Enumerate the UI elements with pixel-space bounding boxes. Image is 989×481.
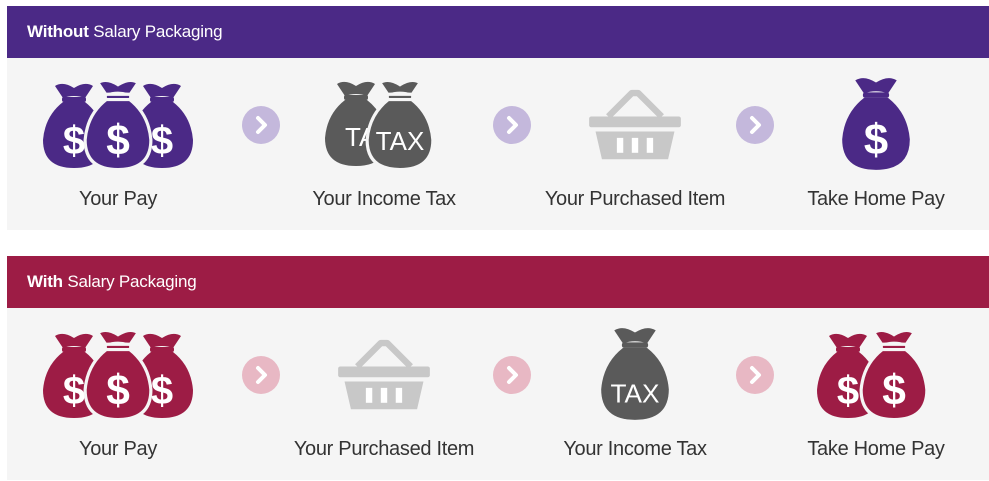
step-your-pay: Your Pay	[18, 308, 218, 480]
step-label: Your Income Tax	[312, 188, 456, 210]
step-take-home-pay: Take Home Pay	[776, 58, 976, 230]
money-bags-icon	[18, 66, 218, 181]
tax-text: TAX	[611, 378, 660, 408]
basket-icon	[284, 316, 484, 431]
step-your-purchased-item: Your Purchased Item	[284, 308, 484, 480]
header-bold-text: With	[27, 272, 63, 291]
step-label: Your Purchased Item	[293, 438, 475, 460]
with-salary-packaging-panel: With Salary Packaging Your Pay Your Purc…	[7, 256, 989, 480]
header-text: Salary Packaging	[88, 22, 223, 41]
arrow-icon	[736, 106, 774, 144]
step-label: Your Pay	[78, 188, 158, 210]
header-bold-text: Without	[27, 22, 89, 41]
flow-row: Your Pay Your Purchased Item TAX Your In…	[7, 308, 989, 480]
arrow-icon	[493, 356, 531, 394]
step-your-pay: Your Pay	[18, 58, 218, 230]
tax-bag-icon: TAX	[535, 316, 735, 431]
panel-header: With Salary Packaging	[7, 256, 989, 308]
flow-row: Your Pay TA TAX Your Income Tax Your Pur…	[7, 58, 989, 230]
panel-header: Without Salary Packaging	[7, 6, 989, 58]
step-your-income-tax: TAX Your Income Tax	[535, 308, 735, 480]
step-label: Your Purchased Item	[544, 188, 726, 210]
step-label: Your Pay	[78, 438, 158, 460]
step-your-purchased-item: Your Purchased Item	[535, 58, 735, 230]
money-bag-icon	[776, 66, 976, 181]
step-label: Take Home Pay	[807, 188, 945, 210]
arrow-icon	[242, 356, 280, 394]
arrow-icon	[493, 106, 531, 144]
money-bags-two-icon	[776, 316, 976, 431]
step-label: Your Income Tax	[563, 438, 707, 460]
tax-bags-icon: TA TAX	[284, 66, 484, 181]
money-bags-icon	[18, 316, 218, 431]
tax-text-front: TAX	[376, 126, 425, 156]
arrow-icon	[242, 106, 280, 144]
step-take-home-pay: Take Home Pay	[776, 308, 976, 480]
step-label: Take Home Pay	[807, 438, 945, 460]
basket-icon	[535, 66, 735, 181]
header-text: Salary Packaging	[62, 272, 197, 291]
step-your-income-tax: TA TAX Your Income Tax	[284, 58, 484, 230]
arrow-icon	[736, 356, 774, 394]
without-salary-packaging-panel: Without Salary Packaging Your Pay TA TAX…	[7, 6, 989, 230]
